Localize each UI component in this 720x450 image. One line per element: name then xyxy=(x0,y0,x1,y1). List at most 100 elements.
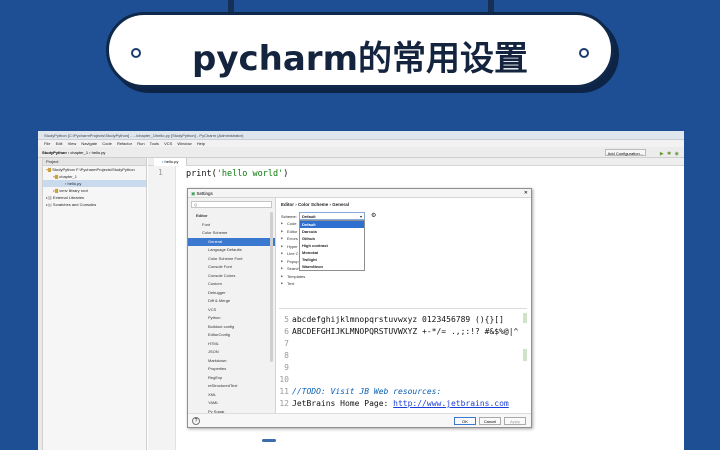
scheme-preview[interactable]: 5 abcdefghijklmnopqrstuvwxyz 0123456789 (… xyxy=(279,308,527,411)
tree-item-root[interactable]: ▾▇ StudyPython F:\PycharmProjects\StudyP… xyxy=(43,166,146,173)
preview-text: abcdefghijklmnopqrstuvwxyz 0123456789 ()… xyxy=(292,315,504,324)
python-file-icon: ▪ xyxy=(65,181,67,186)
menu-tools[interactable]: Tools xyxy=(150,141,159,146)
menu-vcs[interactable]: VCS xyxy=(164,141,172,146)
breadcrumb-project[interactable]: StudyPython xyxy=(42,150,67,155)
scheme-select-value: Default xyxy=(302,214,316,219)
preview-line-number: 11 xyxy=(279,387,289,396)
settings-search-input[interactable]: Q xyxy=(191,201,272,208)
preview-line-number: 10 xyxy=(279,375,289,384)
cancel-button[interactable]: Cancel xyxy=(479,417,501,425)
settings-item-language-defaults[interactable]: Language Defaults xyxy=(188,246,275,255)
settings-item-debugger[interactable]: Debugger xyxy=(188,289,275,298)
tree-item-venv[interactable]: ▸▇ venv library root xyxy=(43,187,146,194)
settings-item-custom[interactable]: Custom xyxy=(188,280,275,289)
scheme-option-high-contrast[interactable]: High contrast xyxy=(300,242,364,249)
scheme-tree-item[interactable]: Text xyxy=(281,280,381,288)
jetbrains-link[interactable]: http://www.jetbrains.com xyxy=(393,399,509,408)
scheme-option-default[interactable]: Default xyxy=(300,221,364,228)
preview-line-number: 8 xyxy=(284,351,289,360)
tree-item-scratches[interactable]: ▸▤ Scratches and Consoles xyxy=(43,201,146,208)
settings-item-font[interactable]: Font xyxy=(188,221,275,230)
scheme-label: Scheme: xyxy=(281,214,297,219)
settings-item-console-colors[interactable]: Console Colors xyxy=(188,272,275,281)
scratch-icon: ▸▤ xyxy=(46,202,52,207)
code-fn: print( xyxy=(186,169,217,179)
gear-icon[interactable]: ⚙ xyxy=(371,212,376,219)
tab-hello-py[interactable]: ▪ hello.py xyxy=(154,158,188,166)
python-file-icon: ▪ xyxy=(162,159,164,164)
menu-code[interactable]: Code xyxy=(102,141,112,146)
project-panel: Project ▾▇ StudyPython F:\PycharmProject… xyxy=(43,158,147,450)
settings-item-buildout[interactable]: Buildout config xyxy=(188,323,275,332)
menu-file[interactable]: File xyxy=(44,141,50,146)
code-paren: ) xyxy=(283,169,289,179)
sidebar-scrollbar[interactable] xyxy=(270,212,273,362)
help-button[interactable]: ? xyxy=(192,417,200,425)
settings-item-editorconfig[interactable]: EditorConfig xyxy=(188,331,275,340)
settings-item-editor[interactable]: Editor xyxy=(188,212,275,221)
breadcrumb-folder[interactable]: chapter_1 xyxy=(70,150,88,155)
settings-item-restructuredtext[interactable]: reStructuredText xyxy=(188,382,275,391)
settings-item-yaml[interactable]: YAML xyxy=(188,399,275,408)
apply-button[interactable]: Apply xyxy=(504,417,526,425)
settings-item-regexp[interactable]: RegExp xyxy=(188,374,275,383)
settings-title: Settings xyxy=(196,191,213,196)
settings-item-xml[interactable]: XML xyxy=(188,391,275,400)
settings-item-python[interactable]: Python xyxy=(188,314,275,323)
preview-text: ABCDEFGHIJKLMNOPQRSTUVWXYZ +-*/= .,;:!? … xyxy=(292,327,519,336)
menu-run[interactable]: Run xyxy=(137,141,144,146)
scheme-option-monokai[interactable]: Monokai xyxy=(300,249,364,256)
line-gutter: 1 xyxy=(148,166,176,450)
settings-item-markdown[interactable]: Markdown xyxy=(188,357,275,366)
breadcrumb-file[interactable]: hello.py xyxy=(92,150,106,155)
settings-item-vcs[interactable]: VCS xyxy=(188,306,275,315)
settings-item-color-scheme[interactable]: Color Scheme xyxy=(188,229,275,238)
preview-line: 6 ABCDEFGHIJKLMNOPQRSTUVWXYZ +-*/= .,;:!?… xyxy=(279,327,518,336)
settings-item-color-scheme-font[interactable]: Color Scheme Font xyxy=(188,255,275,264)
title-banner: pycharm的常用设置 xyxy=(106,12,614,88)
close-icon[interactable]: ✕ xyxy=(524,189,528,198)
menu-edit[interactable]: Edit xyxy=(56,141,63,146)
settings-item-properties[interactable]: Properties xyxy=(188,365,275,374)
code-string: 'hello world' xyxy=(216,169,284,179)
settings-item-general[interactable]: General xyxy=(188,237,275,246)
project-header[interactable]: Project xyxy=(43,158,146,166)
menu-view[interactable]: View xyxy=(68,141,77,146)
preview-line-number: 6 xyxy=(284,327,289,336)
scheme-option-github[interactable]: Github xyxy=(300,235,364,242)
menu-refactor[interactable]: Refactor xyxy=(117,141,132,146)
editor-tabs: ▪ hello.py xyxy=(148,158,684,166)
preview-line-number: 9 xyxy=(284,363,289,372)
scheme-option-twilight[interactable]: Twilight xyxy=(300,256,364,263)
menu-help[interactable]: Help xyxy=(197,141,205,146)
menu-navigate[interactable]: Navigate xyxy=(81,141,97,146)
window-title: StudyPython [C:\PycharmProjects\StudyPyt… xyxy=(38,131,684,140)
scheme-select[interactable]: Default ▾ xyxy=(299,212,365,220)
settings-item-diff-merge[interactable]: Diff & Merge xyxy=(188,297,275,306)
settings-sidebar: Q Editor Font Color Scheme General Langu… xyxy=(188,198,276,414)
code-line[interactable]: print('hello world') xyxy=(186,169,288,179)
menu-window[interactable]: Window xyxy=(177,141,191,146)
banner-dot-right xyxy=(579,48,589,58)
folder-icon: ▾▇ xyxy=(46,167,52,172)
settings-footer: ? OK Cancel Apply xyxy=(188,413,531,427)
preview-scroll-marker xyxy=(523,349,527,361)
scheme-option-warmneon[interactable]: WarmNeon xyxy=(300,263,364,270)
line-number: 1 xyxy=(158,168,163,177)
settings-item-html[interactable]: HTML xyxy=(188,340,275,349)
settings-item-json[interactable]: JSON xyxy=(188,348,275,357)
tree-item-chapter[interactable]: ▾▇ chapter_1 xyxy=(43,173,146,180)
ok-button[interactable]: OK xyxy=(454,417,476,425)
add-configuration-button[interactable]: Add Configuration... xyxy=(604,149,646,156)
preview-scroll-marker xyxy=(523,313,527,323)
settings-titlebar: ▣ Settings ✕ xyxy=(188,189,531,198)
scheme-tree-item[interactable]: Templates xyxy=(281,273,381,281)
preview-line-number: 12 xyxy=(279,399,289,408)
tree-item-hello[interactable]: ▪ hello.py xyxy=(43,180,146,187)
settings-item-console-font[interactable]: Console Font xyxy=(188,263,275,272)
settings-breadcrumb: Editor › Color Scheme › General xyxy=(281,202,350,207)
chevron-down-icon: ▾ xyxy=(359,214,362,219)
tree-item-libraries[interactable]: ▸▥ External Libraries xyxy=(43,194,146,201)
scheme-option-darcula[interactable]: Darcula xyxy=(300,228,364,235)
